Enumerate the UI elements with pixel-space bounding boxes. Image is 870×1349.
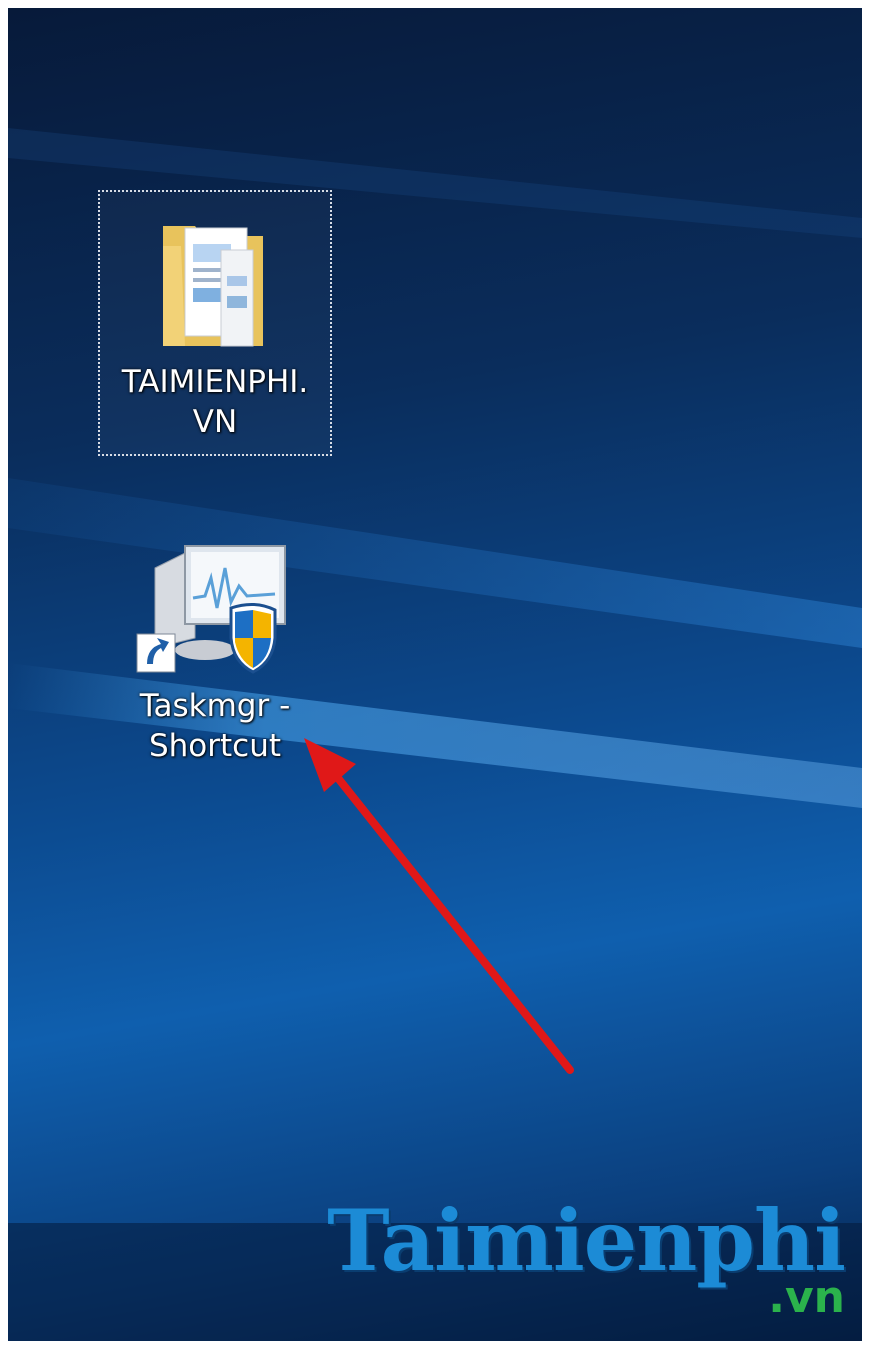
task-manager-icon xyxy=(136,545,286,674)
shortcut-arrow-icon xyxy=(136,633,176,673)
desktop[interactable]: TAIMIENPHI. VN Taskmgr - Shortcut Taimie… xyxy=(8,8,862,1341)
desktop-icon-taskmgr-shortcut[interactable]: Taskmgr - Shortcut xyxy=(100,538,330,798)
watermark-logo: Taimienphi .vn xyxy=(327,1188,853,1328)
watermark-tld-text: .vn xyxy=(768,1272,845,1323)
folder-icon xyxy=(163,226,263,347)
folder-label: TAIMIENPHI. VN xyxy=(121,364,309,440)
desktop-icon-folder[interactable]: TAIMIENPHI. VN xyxy=(98,190,332,456)
taskmgr-shortcut-label: Taskmgr - Shortcut xyxy=(139,688,291,764)
